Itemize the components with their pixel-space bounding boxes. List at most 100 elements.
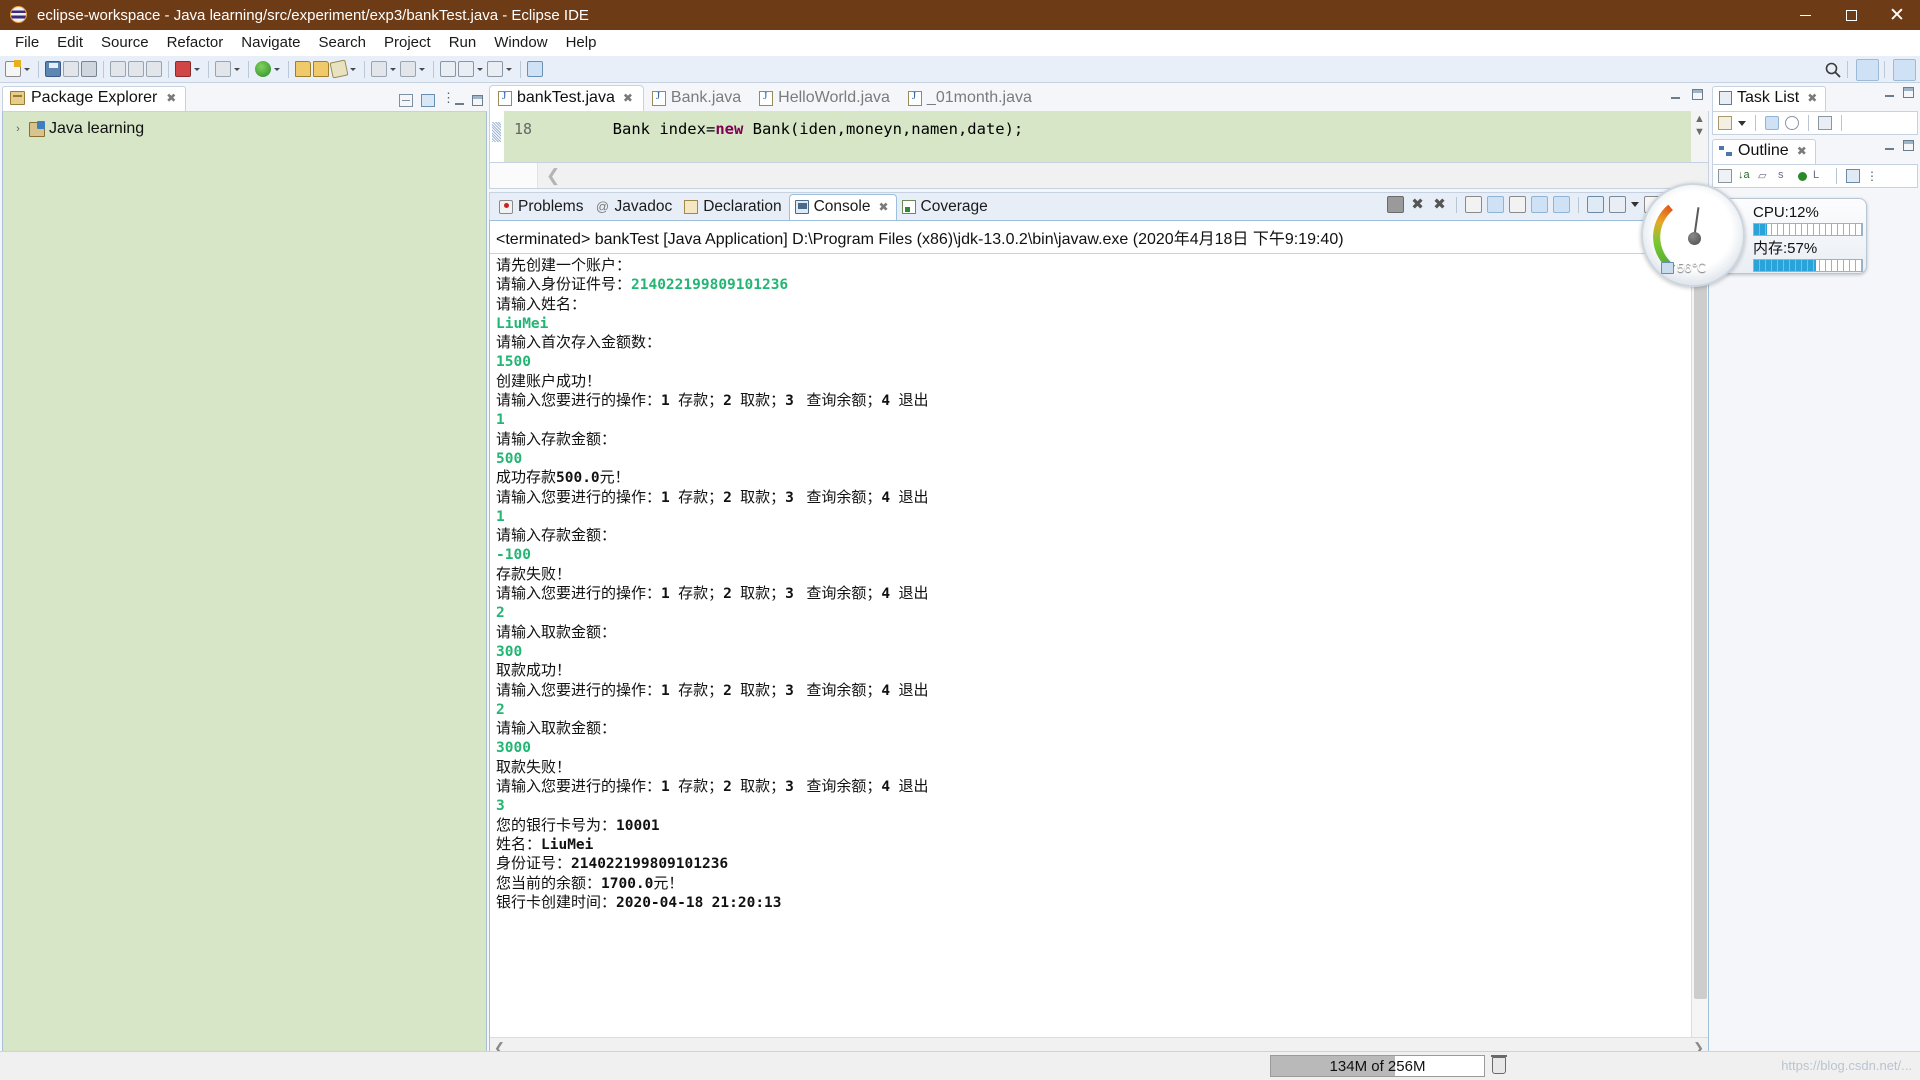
- menu-project[interactable]: Project: [375, 32, 440, 53]
- heap-status[interactable]: 134M of 256M: [1270, 1055, 1485, 1077]
- history-dropdown-icon[interactable]: [475, 61, 484, 77]
- display-console-dropdown-icon[interactable]: [1631, 202, 1639, 207]
- tab-package-explorer[interactable]: Package Explorer ✖: [2, 86, 187, 111]
- link-with-editor-icon[interactable]: [421, 94, 435, 107]
- tab-Bank-java[interactable]: Bank.java: [644, 86, 751, 111]
- console-output-area[interactable]: <terminated> bankTest [Java Application]…: [489, 220, 1709, 1058]
- new-wizard-dropdown-icon[interactable]: [22, 61, 31, 77]
- new-task-icon[interactable]: [1718, 116, 1732, 130]
- menu-help[interactable]: Help: [557, 32, 606, 53]
- last-edit-location-icon[interactable]: [487, 61, 503, 77]
- tab-problems[interactable]: Problems: [494, 195, 590, 220]
- coverage-dropdown-icon[interactable]: [232, 61, 241, 77]
- scroll-down-icon[interactable]: ▼: [1694, 126, 1705, 139]
- word-wrap-icon[interactable]: [1509, 196, 1526, 213]
- terminate-icon[interactable]: [1387, 196, 1404, 213]
- close-button[interactable]: ✕: [1874, 0, 1920, 30]
- tree-item-java-learning[interactable]: › Java learning: [3, 117, 486, 141]
- search-reference-icon[interactable]: [146, 61, 162, 77]
- new-class-icon[interactable]: [329, 59, 349, 79]
- tab-console[interactable]: Console ✖: [788, 194, 897, 220]
- run-gc-icon[interactable]: [1491, 1055, 1507, 1074]
- editor-code-line[interactable]: Bank index=new Bank(iden,moneyn,namen,da…: [538, 111, 1708, 162]
- print-icon[interactable]: [81, 61, 97, 77]
- tab-javadoc[interactable]: @ Javadoc: [590, 195, 679, 220]
- minimize-button[interactable]: [1782, 0, 1828, 30]
- close-icon[interactable]: ✖: [878, 200, 888, 214]
- minimize-icon[interactable]: [455, 103, 464, 105]
- maximize-icon[interactable]: [1903, 87, 1914, 98]
- scrollbar-thumb[interactable]: [1694, 239, 1707, 999]
- menu-run[interactable]: Run: [440, 32, 486, 53]
- menu-search[interactable]: Search: [309, 32, 375, 53]
- menu-navigate[interactable]: Navigate: [232, 32, 309, 53]
- search-icon[interactable]: [1824, 61, 1842, 79]
- view-menu-icon[interactable]: [442, 90, 455, 107]
- new-wizard-icon[interactable]: [5, 60, 21, 77]
- remove-all-terminated-icon[interactable]: ✖: [1431, 196, 1448, 213]
- system-monitor-gadget[interactable]: 56℃ CPU:12% 内存:57%: [1641, 183, 1867, 287]
- tab-outline[interactable]: Outline ✖: [1712, 139, 1816, 164]
- hide-nonpublic-icon[interactable]: [1798, 171, 1807, 181]
- menu-source[interactable]: Source: [92, 32, 158, 53]
- back-icon[interactable]: [440, 61, 456, 77]
- close-icon[interactable]: ✖: [1797, 144, 1807, 158]
- tab-declaration[interactable]: Declaration: [679, 195, 788, 220]
- editor-vertical-scrollbar[interactable]: ▲ ▼: [1691, 111, 1708, 162]
- pin-console-icon[interactable]: [1587, 196, 1604, 213]
- scroll-lock-icon[interactable]: [1487, 196, 1504, 213]
- show-console-on-error-icon[interactable]: [1553, 196, 1570, 213]
- close-icon[interactable]: ✖: [623, 91, 633, 105]
- menu-refactor[interactable]: Refactor: [158, 32, 233, 53]
- scroll-left-icon[interactable]: ❮: [546, 166, 560, 186]
- coverage-run-icon[interactable]: [215, 61, 231, 77]
- console-vertical-scrollbar[interactable]: ▲: [1691, 221, 1708, 1057]
- tab-task-list[interactable]: Task List ✖: [1712, 86, 1827, 111]
- link-with-editor-icon[interactable]: [1846, 169, 1860, 183]
- run-icon[interactable]: [255, 61, 271, 77]
- debug-dropdown-icon[interactable]: [192, 61, 201, 77]
- new-java-project-icon[interactable]: [295, 61, 311, 77]
- last-edit-dropdown-icon[interactable]: [504, 61, 513, 77]
- scheduled-icon[interactable]: [1785, 116, 1799, 130]
- save-all-icon[interactable]: [63, 61, 79, 77]
- editor-gutter[interactable]: [490, 111, 504, 162]
- menu-edit[interactable]: Edit: [48, 32, 92, 53]
- collapse-all-icon[interactable]: [1718, 169, 1732, 183]
- close-icon[interactable]: ✖: [166, 91, 176, 105]
- minimize-icon[interactable]: [1671, 97, 1680, 99]
- tab-bankTest-java[interactable]: bankTest.java ✖: [489, 85, 644, 111]
- next-annotation-icon[interactable]: [400, 61, 416, 77]
- open-perspective-icon[interactable]: [1856, 58, 1879, 81]
- java-perspective-icon[interactable]: [1893, 58, 1916, 81]
- new-package-icon[interactable]: [313, 61, 329, 77]
- editor-code-area[interactable]: 18 Bank index=new Bank(iden,moneyn,namen…: [489, 111, 1709, 163]
- close-icon[interactable]: ✖: [1807, 91, 1817, 105]
- external-tools-dropdown-icon[interactable]: [388, 61, 397, 77]
- sort-icon[interactable]: ↓a: [1738, 169, 1752, 183]
- open-task-icon[interactable]: [128, 61, 144, 77]
- debug-icon[interactable]: [175, 61, 191, 77]
- show-console-on-output-icon[interactable]: [1531, 196, 1548, 213]
- new-task-dropdown-icon[interactable]: [1738, 120, 1746, 126]
- toggle-mark-occurrences-icon[interactable]: [527, 61, 543, 77]
- menu-window[interactable]: Window: [485, 32, 556, 53]
- tab-HelloWorld-java[interactable]: HelloWorld.java: [751, 86, 900, 111]
- run-dropdown-icon[interactable]: [272, 61, 281, 77]
- maximize-icon[interactable]: [472, 95, 483, 106]
- minimize-icon[interactable]: [1885, 95, 1894, 97]
- focus-icon[interactable]: [1818, 116, 1832, 130]
- maximize-button[interactable]: [1828, 0, 1874, 30]
- minimize-icon[interactable]: [1885, 148, 1894, 150]
- forward-icon[interactable]: [458, 61, 474, 77]
- clear-console-icon[interactable]: [1465, 196, 1482, 213]
- display-selected-console-icon[interactable]: [1609, 196, 1626, 213]
- editor-horizontal-scrollbar[interactable]: ❮: [489, 163, 1709, 189]
- console-output-lines[interactable]: 请先创建一个账户： 请输入身份证件号：214022199809101236 请输入姓…: [490, 254, 1708, 912]
- external-tools-icon[interactable]: [371, 61, 387, 77]
- maximize-icon[interactable]: [1692, 89, 1703, 100]
- scroll-up-icon[interactable]: ▲: [1694, 113, 1705, 126]
- remove-launch-icon[interactable]: ✖: [1409, 196, 1426, 213]
- tab-coverage[interactable]: Coverage: [897, 195, 995, 220]
- categorize-icon[interactable]: [1765, 116, 1779, 130]
